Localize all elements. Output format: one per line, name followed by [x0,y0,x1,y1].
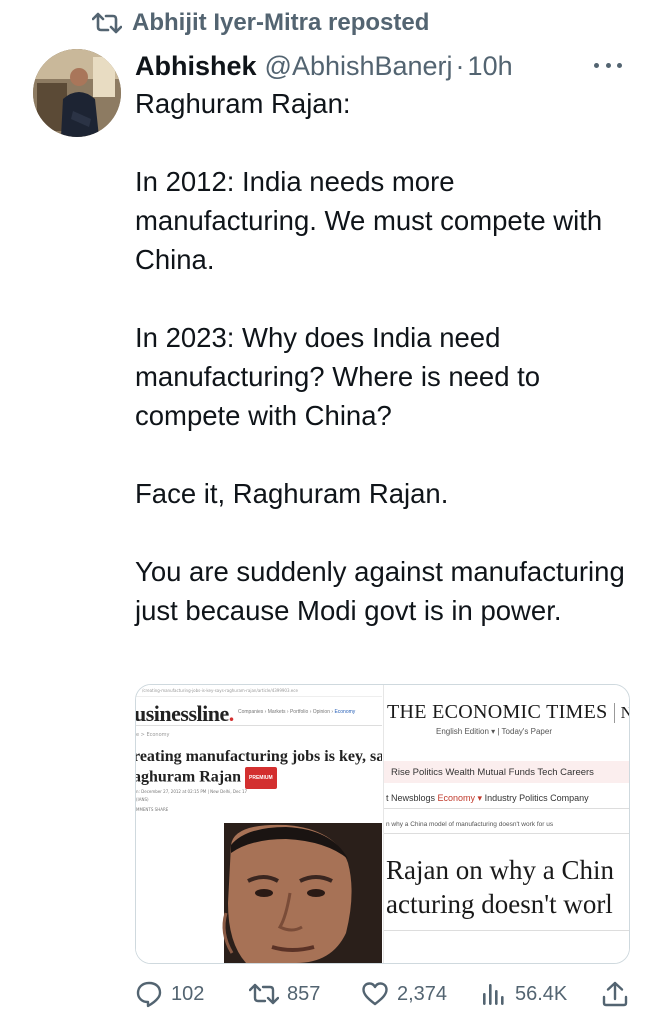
author-name[interactable]: Abhishek [135,51,257,82]
article-meta: MMENTS SHARE [136,807,169,812]
divider [384,808,629,809]
reply-button[interactable]: 102 [135,978,204,1010]
views-button[interactable]: 56.4K [479,978,567,1010]
repost-icon [249,983,279,1005]
article-title: Rajan on why a Chin acturing doesn't wor… [386,855,614,919]
avatar-photo-icon [33,49,121,137]
divider [384,833,629,834]
action-bar: 102 857 2,374 56.4K [135,978,635,1010]
heart-icon [362,982,388,1006]
timestamp[interactable]: 10h [468,51,513,82]
businessline-nav: Companies › Markets › Portfolio › Opinio… [238,709,356,715]
tweet-paragraph: In 2012: India needs more manufacturing.… [135,166,603,275]
tweet-paragraph: Raghuram Rajan: [135,88,351,119]
share-icon [602,981,628,1007]
tweet-paragraph: In 2023: Why does India need manufacturi… [135,322,541,431]
tweet-header: Abhishek @AbhishBanerj · 10h [135,46,640,86]
author-handle[interactable]: @AbhishBanerj [265,51,453,82]
edition-selector[interactable]: English Edition ▾ | Today's Paper [436,727,552,736]
view-count: 56.4K [515,982,568,1005]
url-bar-text: /creating-manufacturing-jobs-is-key-says… [142,688,298,693]
premium-badge: PREMIUM [245,767,277,789]
sub-nav[interactable]: t Newsblogs Economy ▾ Industry Politics … [386,793,589,804]
analytics-icon [483,984,504,1005]
share-button[interactable] [601,978,629,1010]
like-button[interactable]: 2,374 [361,978,447,1010]
repost-count: 857 [287,982,321,1005]
reply-count: 102 [171,982,205,1005]
tweet-text: Raghuram Rajan: In 2012: India needs mor… [135,84,635,630]
article-breadcrumb: n why a China model of manufacturing doe… [386,821,554,828]
tweet-paragraph: Face it, Raghuram Rajan. [135,478,449,509]
tweet-paragraph: You are suddenly against manufacturing j… [135,556,625,626]
economic-times-logo: THE ECONOMIC TIMESNews [387,701,629,724]
article-meta: (IANS) [136,797,149,802]
repost-button[interactable]: 857 [249,978,320,1010]
businessline-screenshot[interactable]: /creating-manufacturing-jobs-is-key-says… [136,685,382,963]
reply-icon [136,981,162,1008]
repost-icon [92,12,122,34]
repost-label: Abhijit Iyer-Mitra reposted [132,9,430,36]
businessline-logo: usinessline. [136,701,234,726]
repost-indicator[interactable]: Abhijit Iyer-Mitra reposted [92,6,429,40]
avatar[interactable] [33,49,121,137]
rajan-photo [136,823,382,963]
like-count: 2,374 [397,982,448,1005]
economic-times-screenshot[interactable]: THE ECONOMIC TIMESNews English Edition ▾… [383,685,629,963]
section-nav[interactable]: Rise Politics Wealth Mutual Funds Tech C… [391,767,594,778]
more-options-icon[interactable] [594,58,622,72]
media-attachment[interactable]: /creating-manufacturing-jobs-is-key-says… [135,684,630,964]
article-headline: reating manufacturing jobs is key, sa ag… [136,747,382,789]
article-meta: n: December 27, 2012 at 02:15 PM | New D… [136,789,248,794]
breadcrumb: e > Economy [136,732,170,738]
separator-dot: · [455,50,465,81]
divider [384,930,629,931]
